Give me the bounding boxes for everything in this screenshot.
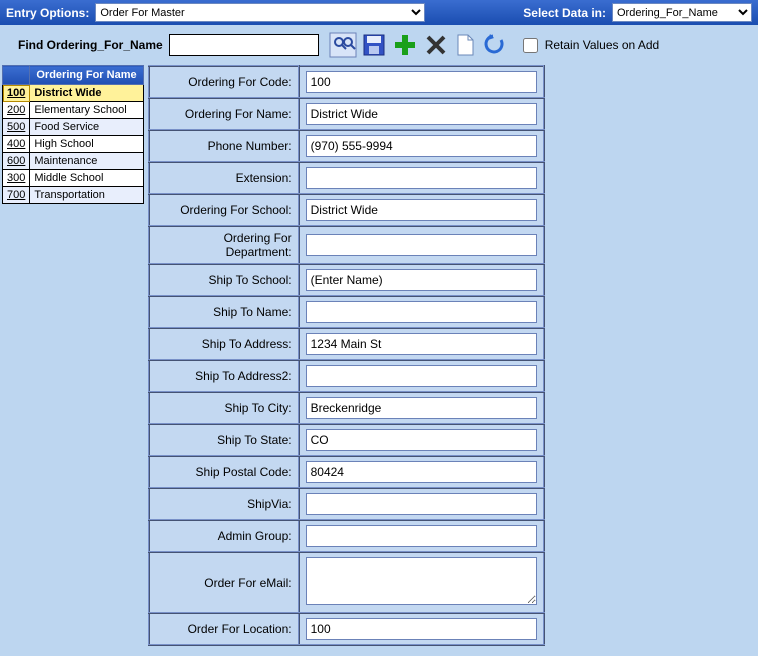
form-label: Extension:	[149, 162, 299, 194]
detail-form: Ordering For Code:Ordering For Name:Phon…	[148, 65, 545, 646]
form-input[interactable]	[306, 333, 537, 355]
form-label: Ship To School:	[149, 264, 299, 296]
form-label: Order For Location:	[149, 613, 299, 645]
form-label: Ship To Address2:	[149, 360, 299, 392]
form-input[interactable]	[306, 461, 537, 483]
grid-code-cell[interactable]: 100	[3, 85, 30, 102]
form-value-cell	[299, 552, 544, 613]
grid-name-cell[interactable]: High School	[30, 136, 143, 153]
form-label: Admin Group:	[149, 520, 299, 552]
grid-name-cell[interactable]: Elementary School	[30, 102, 143, 119]
form-label: Ship To State:	[149, 424, 299, 456]
form-value-cell	[299, 130, 544, 162]
ordering-for-grid: Ordering For Name 100District Wide200Ele…	[2, 65, 144, 204]
toolbar: Find Ordering_For_Name Retain Values on …	[0, 25, 758, 65]
retain-values-checkbox[interactable]	[523, 38, 538, 53]
delete-icon[interactable]	[423, 32, 449, 58]
grid-name-cell[interactable]: Transportation	[30, 187, 143, 204]
form-label: Ship Postal Code:	[149, 456, 299, 488]
form-value-cell	[299, 392, 544, 424]
add-icon[interactable]	[391, 31, 419, 59]
table-row[interactable]: 200Elementary School	[3, 102, 144, 119]
select-data-select[interactable]: Ordering_For_Name	[612, 3, 752, 22]
table-row[interactable]: 400High School	[3, 136, 144, 153]
form-value-cell	[299, 226, 544, 264]
form-input[interactable]	[306, 493, 537, 515]
form-label: ShipVia:	[149, 488, 299, 520]
select-data-label: Select Data in:	[523, 6, 606, 20]
form-label: Ship To Name:	[149, 296, 299, 328]
entry-options-select[interactable]: Order For Master	[95, 3, 425, 22]
form-input[interactable]	[306, 618, 537, 640]
form-label: Phone Number:	[149, 130, 299, 162]
table-row[interactable]: 300Middle School	[3, 170, 144, 187]
form-value-cell	[299, 456, 544, 488]
form-input[interactable]	[306, 301, 537, 323]
table-row[interactable]: 500Food Service	[3, 119, 144, 136]
form-value-cell	[299, 424, 544, 456]
form-input[interactable]	[306, 525, 537, 547]
grid-code-cell[interactable]: 400	[3, 136, 30, 153]
table-row[interactable]: 600Maintenance	[3, 153, 144, 170]
form-value-cell	[299, 296, 544, 328]
grid-code-cell[interactable]: 600	[3, 153, 30, 170]
form-input[interactable]	[306, 135, 537, 157]
search-icon[interactable]	[329, 32, 357, 58]
form-label: Ordering For Name:	[149, 98, 299, 130]
form-label: Ship To City:	[149, 392, 299, 424]
form-value-cell	[299, 194, 544, 226]
grid-code-cell[interactable]: 300	[3, 170, 30, 187]
top-bar: Entry Options: Order For Master Select D…	[0, 0, 758, 25]
grid-header-name[interactable]: Ordering For Name	[30, 66, 143, 85]
form-label: Ship To Address:	[149, 328, 299, 360]
form-value-cell	[299, 98, 544, 130]
grid-code-cell[interactable]: 500	[3, 119, 30, 136]
retain-values-label: Retain Values on Add	[545, 38, 660, 52]
form-value-cell	[299, 613, 544, 645]
form-input[interactable]	[306, 365, 537, 387]
entry-options-label: Entry Options:	[6, 6, 89, 20]
form-label: Ordering For Department:	[149, 226, 299, 264]
grid-code-cell[interactable]: 200	[3, 102, 30, 119]
save-icon[interactable]	[361, 32, 387, 58]
grid-header-code[interactable]	[3, 66, 30, 85]
form-label: Ordering For School:	[149, 194, 299, 226]
form-input[interactable]	[306, 397, 537, 419]
new-page-icon[interactable]	[453, 32, 477, 58]
form-input[interactable]	[306, 557, 537, 605]
table-row[interactable]: 100District Wide	[3, 85, 144, 102]
form-value-cell	[299, 66, 544, 98]
form-input[interactable]	[306, 429, 537, 451]
find-input[interactable]	[169, 34, 319, 56]
form-input[interactable]	[306, 71, 537, 93]
form-input[interactable]	[306, 199, 537, 221]
form-value-cell	[299, 360, 544, 392]
form-value-cell	[299, 328, 544, 360]
grid-name-cell[interactable]: Middle School	[30, 170, 143, 187]
form-label: Order For eMail:	[149, 552, 299, 613]
form-value-cell	[299, 520, 544, 552]
grid-name-cell[interactable]: Food Service	[30, 119, 143, 136]
grid-name-cell[interactable]: Maintenance	[30, 153, 143, 170]
undo-icon[interactable]	[481, 32, 507, 58]
form-value-cell	[299, 162, 544, 194]
form-value-cell	[299, 488, 544, 520]
grid-name-cell[interactable]: District Wide	[30, 85, 143, 102]
grid-code-cell[interactable]: 700	[3, 187, 30, 204]
form-input[interactable]	[306, 269, 537, 291]
form-input[interactable]	[306, 103, 537, 125]
find-label: Find Ordering_For_Name	[18, 38, 163, 52]
table-row[interactable]: 700Transportation	[3, 187, 144, 204]
form-label: Ordering For Code:	[149, 66, 299, 98]
form-input[interactable]	[306, 234, 537, 256]
form-value-cell	[299, 264, 544, 296]
form-input[interactable]	[306, 167, 537, 189]
